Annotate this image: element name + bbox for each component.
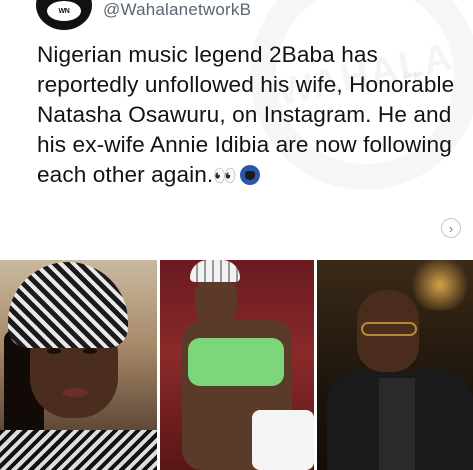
photo-grid xyxy=(0,260,473,470)
photo-woman-headwrap[interactable] xyxy=(0,260,157,470)
avatar-logo-text: WN xyxy=(47,1,81,21)
post-body: Nigerian music legend 2Baba has reported… xyxy=(37,40,457,192)
post-header: WN @WahalanetworkB xyxy=(0,0,473,36)
eyes-emoji: 👀 xyxy=(213,166,237,187)
carousel-next-button[interactable]: › xyxy=(441,218,461,238)
avatar[interactable]: WN xyxy=(36,0,92,30)
chevron-right-icon: › xyxy=(448,220,454,236)
photo-woman-green-top[interactable] xyxy=(160,260,314,470)
social-post: WAHALA PK WN @WahalanetworkB Nigerian mu… xyxy=(0,0,473,470)
photo-man-glasses[interactable] xyxy=(317,260,473,470)
user-handle[interactable]: @WahalanetworkB xyxy=(103,0,251,20)
helmet-face-icon xyxy=(239,165,260,185)
